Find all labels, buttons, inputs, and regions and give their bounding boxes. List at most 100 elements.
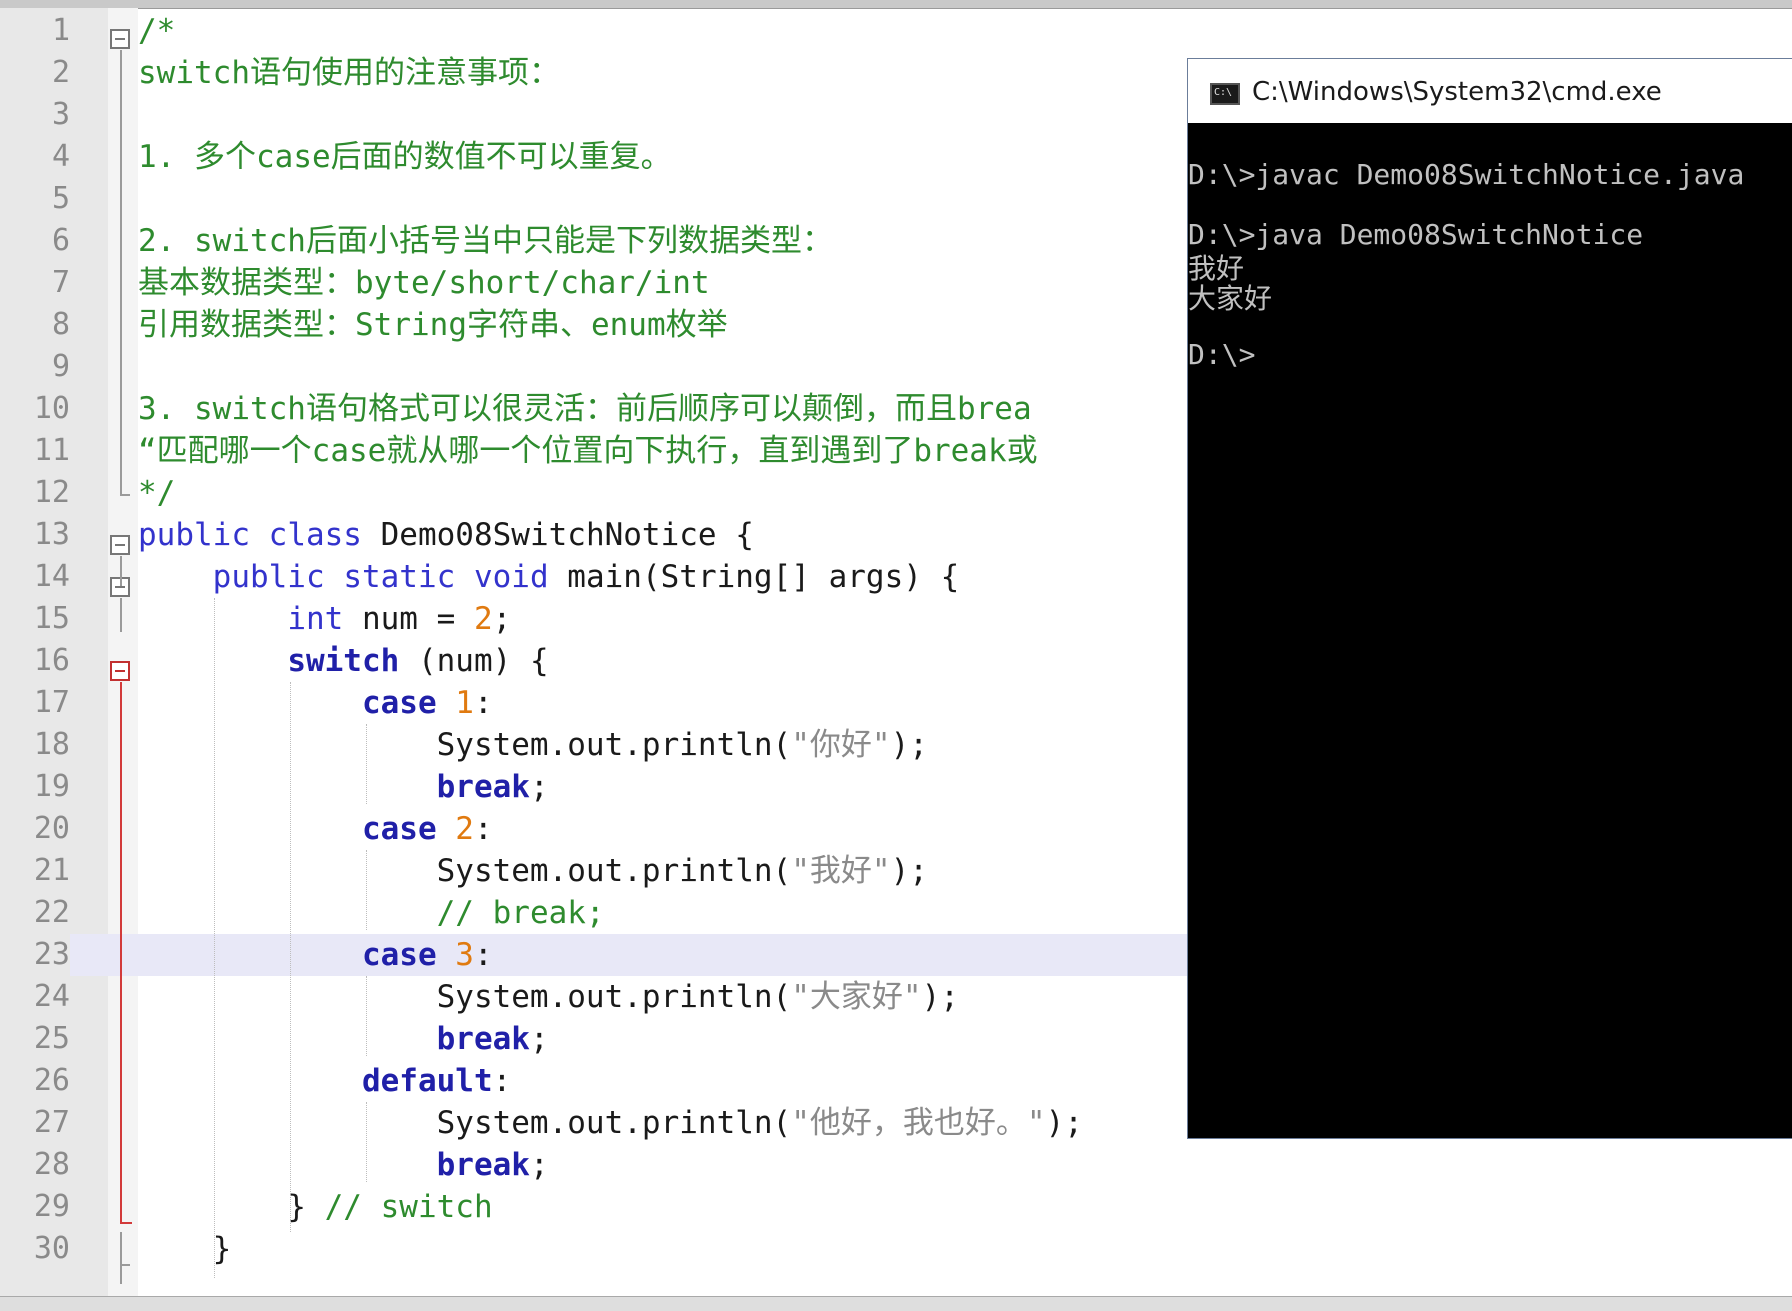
fold-end [120,494,130,496]
cmd-window[interactable]: C:\ C:\Windows\System32\cmd.exe D:\>java… [1187,58,1792,1139]
cmd-title-bar[interactable]: C:\ C:\Windows\System32\cmd.exe [1188,58,1792,123]
line-number: 15 [33,601,70,636]
code-line[interactable]: 29 } // switch [0,1186,1792,1228]
indent-guide [290,682,291,1232]
code-text: case 1: [138,682,493,724]
code-token: default [361,1063,493,1099]
code-token: System.out.println( [138,979,792,1015]
code-text: System.out.println("你好"); [138,724,928,766]
line-number: 7 [51,265,70,300]
indent-guide [366,850,367,930]
status-bar [0,1296,1792,1311]
code-token: 基本数据类型：byte/short/char/int [138,265,710,301]
code-token: class [268,517,381,553]
code-token: : [473,937,493,973]
code-token: case [361,811,437,847]
code-token: } [138,1231,232,1267]
code-token: 2 [455,811,474,847]
code-text: break; [138,766,549,808]
line-number: 21 [33,853,70,888]
code-token: ); [890,853,928,889]
code-token: : [473,685,493,721]
code-text: public class Demo08SwitchNotice { [138,514,754,556]
code-token: public [138,517,269,553]
code-token: : [473,811,493,847]
code-token: “匹配哪一个case就从哪一个位置向下执行，直到遇到了break或 [138,433,1038,469]
line-number: 20 [33,811,70,846]
line-number: 10 [33,391,70,426]
console-line: D:\> [1188,338,1256,371]
code-token: public [212,559,344,595]
code-token: ; [529,1021,549,1057]
console-line: D:\>javac Demo08SwitchNotice.java [1188,158,1745,191]
code-text: 引用数据类型：String字符串、enum枚举 [138,304,728,346]
code-token: break [436,1021,530,1057]
code-token: } [138,1189,325,1225]
code-text: /* [138,10,175,52]
code-token: break [436,1147,530,1183]
line-number: 13 [33,517,70,552]
code-text: case 2: [138,808,493,850]
code-text: 基本数据类型：byte/short/char/int [138,262,710,304]
code-text: int num = 2; [138,598,511,640]
code-text: System.out.println("大家好"); [138,976,959,1018]
code-token: 2. switch后面小括号当中只能是下列数据类型： [138,223,833,259]
line-number: 1 [51,13,70,48]
line-number: 30 [33,1231,70,1266]
line-number: 16 [33,643,70,678]
code-token: /* [138,13,176,49]
code-line[interactable]: 1 /* [0,10,1792,52]
code-token: break [436,769,530,805]
line-number: 8 [51,307,70,342]
fold-line [120,556,122,586]
fold-toggle-comment-icon[interactable] [110,29,130,49]
fold-end-active [120,1222,132,1224]
code-token: switch语句使用的注意事项： [138,55,560,91]
window-top-edge [0,0,1792,9]
line-number: 22 [33,895,70,930]
fold-toggle-switch-icon[interactable] [110,661,130,681]
line-number: 25 [33,1021,70,1056]
code-token: 1. 多个case后面的数值不可以重复。 [138,139,672,175]
code-line[interactable]: 30 } [0,1228,1792,1270]
console-line: 我好 [1188,252,1245,285]
code-text: 3. switch语句格式可以很灵活：前后顺序可以颠倒，而且brea [138,388,1032,430]
line-number: 28 [33,1147,70,1182]
code-token: 3. switch语句格式可以很灵活：前后顺序可以颠倒，而且brea [138,391,1032,427]
indent-guide [366,976,367,1056]
fold-end [120,1264,130,1266]
indent-guide [366,1102,367,1182]
code-token: 引用数据类型：String字符串、enum枚举 [138,307,728,343]
code-token: ; [529,769,549,805]
code-token: // break; [436,895,605,931]
cmd-output[interactable]: D:\>javac Demo08SwitchNotice.java D:\>jav… [1188,122,1792,1138]
code-text: } // switch [138,1186,493,1228]
code-text: break; [138,1144,549,1186]
code-text: “匹配哪一个case就从哪一个位置向下执行，直到遇到了break或 [138,430,1038,472]
code-text: // break; [138,892,605,934]
code-text: public static void main(String[] args) { [138,556,960,598]
cmd-title: C:\Windows\System32\cmd.exe [1252,77,1662,107]
code-text: switch语句使用的注意事项： [138,52,560,94]
code-token: System.out.println( [138,1105,792,1141]
fold-toggle-class-icon[interactable] [110,535,130,555]
code-token: // switch [324,1189,493,1225]
line-number: 24 [33,979,70,1014]
code-token: case [361,937,437,973]
code-token: void [473,559,568,595]
code-token: 2 [473,601,493,637]
line-number: 11 [33,433,70,468]
line-number: 6 [51,223,70,258]
fold-line [120,50,122,494]
code-text: System.out.println("我好"); [138,850,928,892]
line-number: 17 [33,685,70,720]
line-number: 19 [33,769,70,804]
code-line[interactable]: 28 break; [0,1144,1792,1186]
